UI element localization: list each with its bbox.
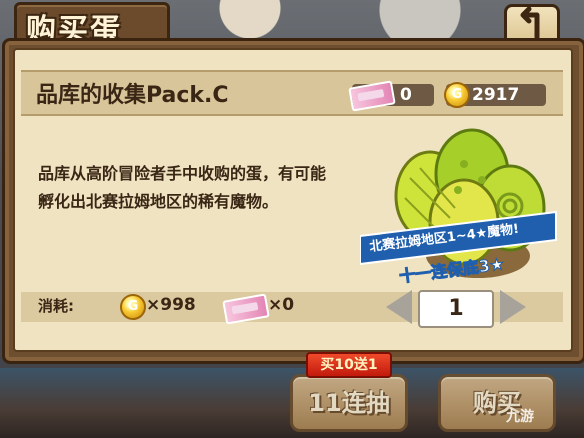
increase-quantity-button[interactable] xyxy=(500,290,526,324)
pack-title: 品库的收集Pack.C xyxy=(36,83,229,108)
cost-gold-icon: G xyxy=(120,294,146,320)
cost-gold: ×998 xyxy=(146,295,196,315)
buy-button[interactable]: 购买 xyxy=(438,374,556,432)
draw-11-button[interactable]: 11连抽 xyxy=(290,374,408,432)
quantity-value: 1 xyxy=(418,290,494,328)
watermark: 九游 xyxy=(506,409,534,425)
decrease-quantity-button[interactable] xyxy=(386,290,412,324)
cost-label: 消耗: xyxy=(38,297,74,315)
ticket-count: 0 xyxy=(400,85,412,105)
pack-description: 品库从高阶冒险者手中收购的蛋，有可能孵化出北赛拉姆地区的稀有魔物。 xyxy=(38,164,327,211)
gold-coin-icon: G xyxy=(444,82,470,108)
egg-illustration: 北赛拉姆地区1~4★魔物! 十一连保底3★ xyxy=(360,128,557,286)
gold-count: 2917 xyxy=(472,85,520,105)
promo-badge: 买10送1 xyxy=(306,352,392,378)
cost-ticket: ×0 xyxy=(268,295,295,315)
